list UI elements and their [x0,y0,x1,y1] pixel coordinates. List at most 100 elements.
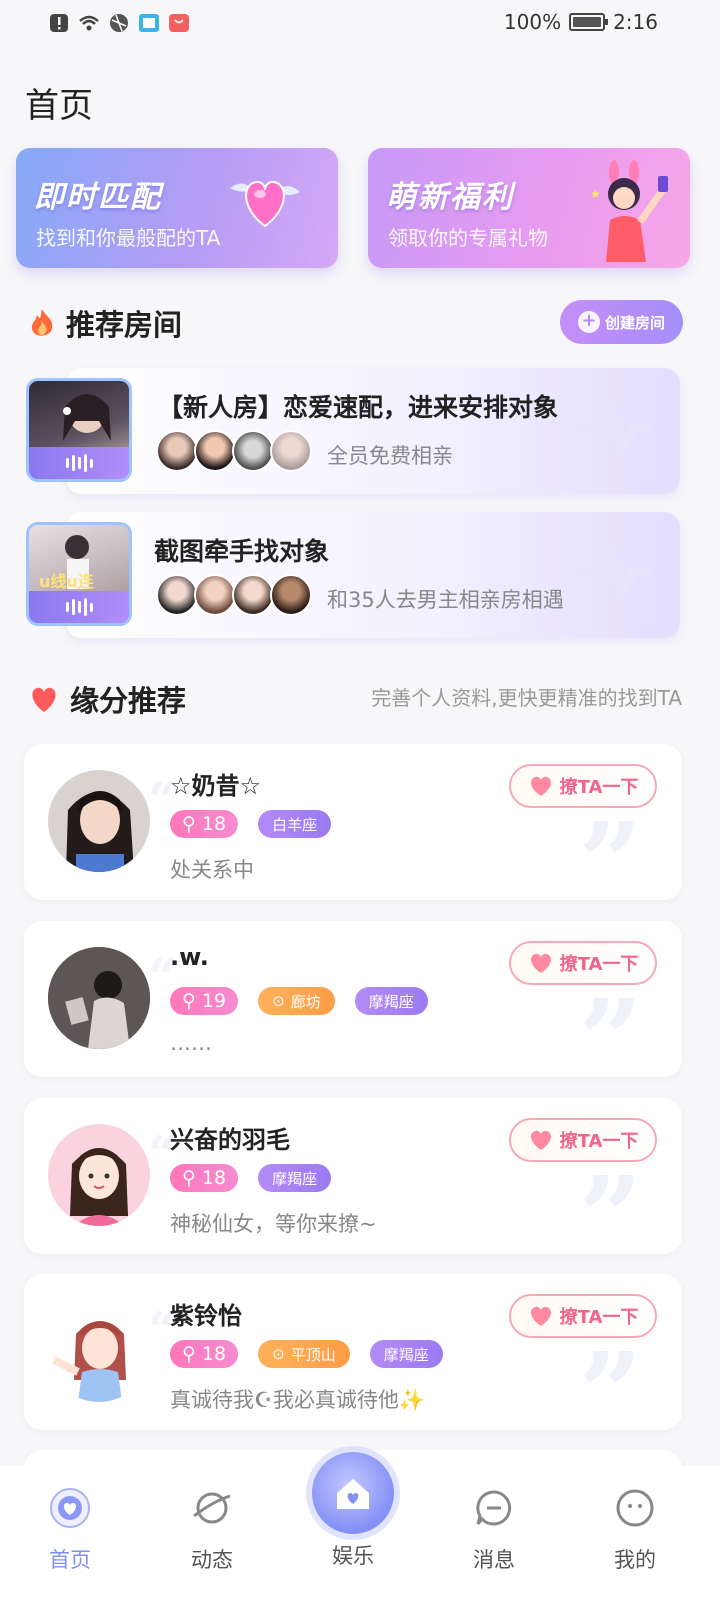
pulse-icon [582,402,652,454]
avatar [194,430,236,472]
profile-icon [616,1489,654,1527]
avatar [156,430,198,472]
heart-icon [530,1306,551,1326]
avatar [232,574,274,616]
user-tags: ⚲ 18 摩羯座 [170,1164,332,1192]
user-name: 紫铃怡 [170,1302,242,1330]
room-title: 截图牵手找对象 [154,537,330,566]
room-desc: 和35人去男主相亲房相遇 [327,588,564,612]
flirt-label: 撩TA一下 [559,1307,639,1328]
room-card[interactable]: u线u连 截图牵手找对象 和35人去男主相亲房相遇 [26,512,680,638]
audio-wave-icon [29,591,129,623]
banner-title: 萌新福利 [386,180,514,215]
house-heart-icon [337,1479,369,1509]
book-icon [139,14,159,32]
zodiac-tag: 摩羯座 [369,1340,443,1368]
room-desc: 全员免费相亲 [327,444,453,468]
nav-home[interactable]: 首页 [20,1486,120,1574]
fate-section-heading: 缘分推荐 [28,678,186,720]
zodiac-tag: 摩羯座 [258,1164,332,1192]
user-name: .w. [170,943,209,971]
avatar [48,770,150,872]
flirt-button[interactable]: 撩TA一下 [509,1118,657,1162]
room-member-avatars [156,430,312,472]
female-icon: ⚲ [182,1343,196,1365]
instant-match-banner[interactable]: 即时匹配 找到和你最般配的TA [16,148,338,268]
age-tag: ⚲ 19 [170,987,239,1015]
complete-profile-hint[interactable]: 完善个人资料,更快更精准的找到TA [371,682,682,711]
message-icon [476,1490,512,1526]
heart-icon [530,776,551,796]
page-title: 首页 [25,86,93,126]
room-card[interactable]: 【新人房】恋爱速配，进来安排对象 全员免费相亲 [26,368,680,494]
user-signature: 真诚待我☪我必真诚待他✨ [170,1388,425,1412]
nav-label: 动态 [191,1548,233,1572]
city-value: 廊坊 [290,992,321,1011]
avatar [156,574,198,616]
globe-icon [110,14,128,32]
city-value: 平顶山 [290,1345,336,1364]
female-icon: ⚲ [182,990,196,1012]
nav-messages[interactable]: 消息 [444,1486,544,1574]
pulse-icon [582,546,652,598]
clock: 2:16 [613,10,658,34]
battery-icon [569,13,609,31]
user-signature: 神秘仙女，等你来撩~ [170,1212,377,1236]
audio-wave-icon [29,447,129,479]
banner-subtitle: 找到和你最般配的TA [36,226,221,250]
heart-icon [530,1130,551,1150]
room-cover [26,378,132,482]
user-tags: ⚲ 18 ⊙ 平顶山 摩羯座 [170,1340,443,1368]
user-name: ☆奶昔☆ [170,772,262,800]
age-value: 18 [201,1167,227,1189]
fire-icon [31,309,53,336]
nav-label: 娱乐 [332,1544,374,1568]
bottom-nav: 首页 动态 娱乐 消息 我的 [0,1452,720,1600]
age-value: 19 [201,990,227,1012]
flirt-button[interactable]: 撩TA一下 [509,764,657,808]
age-value: 18 [201,813,227,835]
female-icon: ⚲ [182,1167,196,1189]
user-card[interactable]: “ ” 紫铃怡 ⚲ 18 ⊙ 平顶山 摩羯座 真诚待我☪我必真诚待他✨ 撩TA一下 [24,1274,682,1430]
room-member-avatars [156,574,312,616]
newbie-welfare-banner[interactable]: 萌新福利 领取你的专属礼物 ★ [368,148,690,268]
avatar [270,430,312,472]
room-cover-image [63,394,111,441]
user-signature: 处关系中 [170,858,254,882]
user-signature: …… [170,1031,212,1055]
age-value: 18 [201,1343,227,1365]
svg-text:u线u连: u线u连 [39,572,95,591]
quote-mark: ” [578,1152,642,1255]
user-tags: ⚲ 18 白羊座 [170,810,332,838]
room-title: 【新人房】恋爱速配，进来安排对象 [158,393,559,422]
create-room-label: 创建房间 [604,313,665,332]
nav-profile[interactable]: 我的 [585,1486,685,1574]
flirt-button[interactable]: 撩TA一下 [509,1294,657,1338]
room-cover: u线u连 [26,522,132,626]
status-icons [48,12,190,34]
alert-icon [50,14,68,32]
status-bar: 100% 2:16 [0,0,720,50]
nav-label: 首页 [49,1548,91,1572]
room-cover-image: u线u连 [39,535,95,591]
user-card[interactable]: “ ” ☆奶昔☆ ⚲ 18 白羊座 处关系中 撩TA一下 [24,744,682,900]
location-pin-icon: ⊙ [272,992,285,1010]
user-card[interactable]: “ ” .w. ⚲ 19 ⊙ 廊坊 摩羯座 …… 撩TA一下 [24,921,682,1077]
age-tag: ⚲ 18 [170,1164,239,1192]
user-card[interactable]: “ ” 兴奋的羽毛 ⚲ 18 摩羯座 神秘仙女，等你来撩~ 撩TA一下 [24,1098,682,1254]
create-room-button[interactable]: + 创建房间 [560,300,683,344]
avatar [48,947,150,1049]
user-tags: ⚲ 19 ⊙ 廊坊 摩羯座 [170,987,428,1015]
city-tag: ⊙ 平顶山 [258,1340,350,1368]
nav-entertainment[interactable]: 娱乐 [303,1452,403,1570]
flirt-label: 撩TA一下 [559,777,639,798]
nav-label: 我的 [614,1548,656,1572]
entertainment-center-button[interactable] [312,1452,394,1534]
section-title: 缘分推荐 [70,684,187,718]
avatar [48,1124,150,1226]
zodiac-tag: 白羊座 [258,810,332,838]
nav-moments[interactable]: 动态 [162,1486,262,1574]
flirt-button[interactable]: 撩TA一下 [509,941,657,985]
svg-text:★: ★ [590,187,601,201]
female-icon: ⚲ [182,813,196,835]
